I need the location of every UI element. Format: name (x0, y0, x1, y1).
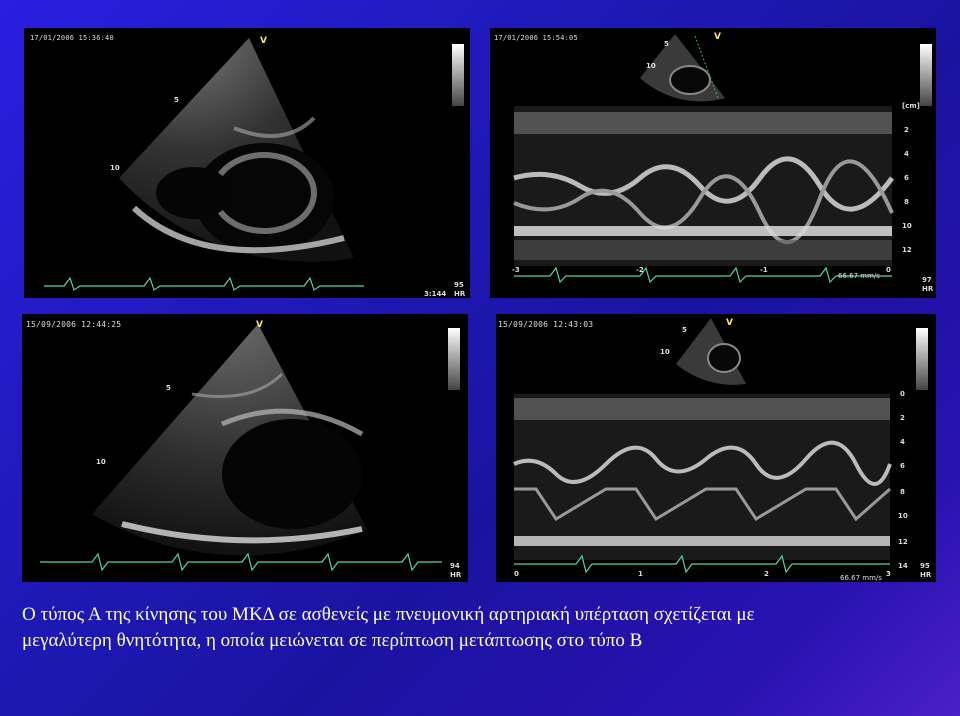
time-tick: 1 (638, 570, 643, 578)
time-tick: -2 (636, 266, 644, 274)
heart-rate-value: 97 (922, 276, 932, 284)
timestamp: 15/09/2006 12:43:03 (498, 320, 594, 329)
time-tick: -3 (512, 266, 520, 274)
depth-scale-tick: 2 (904, 126, 909, 134)
heart-rate-value: 95 (454, 281, 464, 289)
mmode-image (513, 318, 892, 574)
depth-label: 10 (646, 62, 656, 70)
time-tick: 0 (514, 570, 519, 578)
ecg-trace (514, 266, 892, 284)
depth-label: 10 (660, 348, 670, 356)
orientation-marker: V (260, 36, 267, 46)
echo-sector-image (40, 324, 442, 572)
echo-mmode-panel-top-right: 17/01/2006 15:54:05 V 5 10 [cm] 2 4 6 8 … (490, 28, 936, 298)
mmode-image (513, 34, 895, 284)
grayscale-bar (920, 44, 932, 106)
heart-rate-value: 95 (920, 562, 930, 570)
timestamp: 17/01/2006 15:36:40 (30, 34, 114, 42)
depth-scale-tick: 10 (902, 222, 912, 230)
sweep-speed: 66.67 mm/s (838, 272, 880, 280)
echo-sector-image (44, 38, 364, 291)
depth-scale-unit: [cm] (902, 102, 920, 110)
depth-label: 10 (110, 164, 120, 172)
readout: 3:144 (424, 290, 447, 298)
depth-scale-tick: 6 (904, 174, 909, 182)
heart-rate-label: HR (920, 571, 932, 579)
grayscale-bar (448, 328, 460, 390)
depth-label: 5 (682, 326, 687, 334)
depth-scale-tick: 4 (904, 150, 909, 158)
caption-line-1: Ο τύπος Α της κίνησης του ΜΚΔ σε ασθενεί… (22, 604, 755, 625)
depth-label: 5 (664, 40, 669, 48)
grayscale-bar (452, 44, 464, 106)
orientation-marker: V (726, 318, 733, 328)
orientation-marker: V (256, 320, 263, 330)
depth-scale-tick: 2 (900, 414, 905, 422)
heart-rate-label: HR (454, 290, 466, 298)
echo-2d-panel-bottom-left: 15/09/2006 12:44:25 V 5 10 94 HR (22, 314, 468, 582)
heart-rate-label: HR (450, 571, 462, 579)
sweep-speed: 66.67 mm/s (840, 574, 882, 582)
depth-scale-tick: 8 (900, 488, 905, 496)
timestamp: 17/01/2006 15:54:05 (494, 34, 578, 42)
grayscale-bar (916, 328, 928, 390)
time-tick: 3 (886, 570, 891, 578)
depth-label: 5 (174, 96, 179, 104)
time-tick: -1 (760, 266, 768, 274)
orientation-marker: V (714, 32, 721, 42)
depth-scale-tick: 4 (900, 438, 905, 446)
time-tick: 2 (764, 570, 769, 578)
heart-rate-label: HR (922, 285, 934, 293)
depth-scale-tick: 8 (904, 198, 909, 206)
depth-scale-tick: 14 (898, 562, 908, 570)
caption-line-2: μεγαλύτερη θνητότητα, η οποία μειώνεται … (22, 630, 643, 651)
ecg-trace (40, 552, 442, 572)
depth-scale-tick: 10 (898, 512, 908, 520)
depth-scale-tick: 6 (900, 462, 905, 470)
depth-scale-tick: 0 (900, 390, 905, 398)
echo-2d-panel-top-left: 17/01/2006 15:36:40 V 5 10 3:144 95 HR (24, 28, 470, 298)
ecg-trace (44, 276, 364, 291)
depth-scale-tick: 12 (902, 246, 912, 254)
heart-rate-value: 94 (450, 562, 460, 570)
echo-mmode-panel-bottom-right: 15/09/2006 12:43:03 V 5 10 0 2 4 6 8 10 … (496, 314, 936, 582)
slide-caption: Ο τύπος Α της κίνησης του ΜΚΔ σε ασθενεί… (22, 602, 942, 654)
timestamp: 15/09/2006 12:44:25 (26, 320, 122, 329)
depth-label: 10 (96, 458, 106, 466)
depth-scale-tick: 12 (898, 538, 908, 546)
depth-label: 5 (166, 384, 171, 392)
time-tick: 0 (886, 266, 891, 274)
